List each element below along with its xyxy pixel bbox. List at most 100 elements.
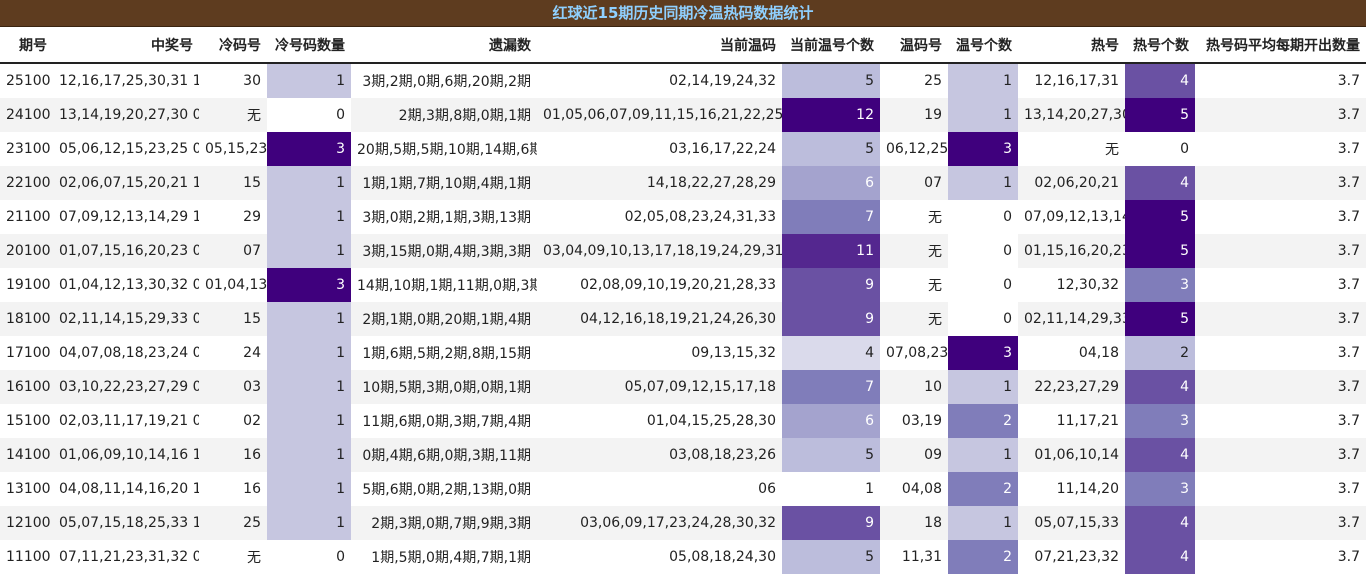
cell-warm-current-count: 4: [782, 336, 880, 370]
col-header-hot[interactable]: 热号: [1018, 27, 1125, 64]
col-header-winning[interactable]: 中奖号: [53, 27, 199, 64]
cell-hot: 01,15,16,20,23: [1018, 234, 1125, 268]
col-header-warm-current-count[interactable]: 当前温号个数: [782, 27, 880, 64]
cell-cold: 无: [247, 550, 261, 566]
cell-hot: 11,17,21: [1056, 413, 1119, 429]
col-header-warm-current[interactable]: 当前温码: [537, 27, 782, 64]
col-header-missing[interactable]: 遗漏数: [351, 27, 537, 64]
cell-cold-count: 1: [267, 302, 351, 336]
cell-cold-count: 0: [267, 98, 351, 132]
cell-cold: 16: [243, 481, 261, 497]
cell-hot-avg: 3.7: [1195, 98, 1366, 132]
cell-cold: 25: [199, 506, 267, 540]
cell-warm-current: 01,04,15,25,28,30: [646, 413, 776, 429]
cell-missing: 11期,6期,0期,3期,7期,4期: [362, 414, 531, 430]
table-title: 红球近15期历史同期冷温热码数据统计: [0, 0, 1366, 27]
table-row: 17100 04,07,08,18,23,24 02 24 1 1期,6期,5期,2期,…: [0, 336, 1366, 370]
cell-warm: 07: [880, 166, 948, 200]
cell-winning: 01,04,12,13,30,32 08: [59, 277, 199, 293]
cell-hot: 01,06,10,14: [1018, 438, 1125, 472]
cell-warm: 无: [880, 302, 948, 336]
table-row: 15100 02,03,11,17,19,21 08 02 1 11期,6期,0期,3期…: [0, 404, 1366, 438]
cell-hot-avg: 3.7: [1337, 345, 1360, 361]
cell-warm: 19: [880, 98, 948, 132]
cell-missing: 3期,15期,0期,4期,3期,3期: [351, 234, 537, 268]
cell-issue: 25100: [6, 73, 51, 89]
cell-warm-count: 0: [948, 234, 1018, 268]
cell-cold: 24: [243, 345, 261, 361]
col-header-hot-avg[interactable]: 热号码平均每期开出数量: [1195, 27, 1366, 64]
cell-warm-current: 09,13,15,32: [691, 345, 776, 361]
cell-hot: 22,23,27,29: [1018, 370, 1125, 404]
cell-warm-count: 3: [948, 132, 1018, 166]
cell-warm-current: 03,06,09,17,23,24,28,30,32: [537, 506, 782, 540]
cell-hot-avg: 3.7: [1337, 73, 1360, 89]
cell-warm-current-count: 5: [782, 540, 880, 574]
cell-warm-count: 1: [948, 370, 1018, 404]
cell-missing: 14期,10期,1期,11期,0期,3期: [357, 278, 537, 294]
cell-warm-current-count: 9: [782, 302, 880, 336]
col-header-cold-count[interactable]: 冷号码数量: [267, 27, 351, 64]
table-body: 25100 12,16,17,25,30,31 16 30 1 3期,2期,0期,6期,…: [0, 63, 1366, 574]
cell-cold: 02: [243, 413, 261, 429]
cell-warm-count: 2: [948, 404, 1018, 438]
cell-missing: 2期,3期,0期,7期,9期,3期: [351, 506, 537, 540]
cell-warm-current: 02,05,08,23,24,31,33: [624, 209, 776, 225]
cell-issue: 15100: [6, 413, 51, 429]
cell-warm-current: 06: [758, 481, 776, 497]
cell-hot-count: 4: [1125, 63, 1195, 98]
cell-warm-count: 2: [948, 540, 1018, 574]
cell-cold-count: 1: [267, 404, 351, 438]
col-header-warm[interactable]: 温码号: [880, 27, 948, 64]
table-row: 18100 02,11,14,15,29,33 02 15 1 2期,1期,0期,20期…: [0, 302, 1366, 336]
cell-hot-count: 4: [1125, 370, 1195, 404]
cell-missing: 5期,6期,0期,2期,13期,0期: [362, 482, 531, 498]
cell-warm-current: 02,14,19,24,32: [669, 73, 776, 89]
cell-warm-current-count: 6: [782, 166, 880, 200]
cell-warm-current-count: 1: [782, 472, 880, 506]
cell-winning: 07,09,12,13,14,29 16: [59, 209, 199, 225]
cell-cold: 16: [199, 438, 267, 472]
cell-cold: 15: [199, 166, 267, 200]
table-row: 13100 04,08,11,14,16,20 11 16 1 5期,6期,0期,2期,…: [0, 472, 1366, 506]
cell-hot-count: 4: [1125, 166, 1195, 200]
cell-hot: 07,09,12,13,14: [1024, 209, 1125, 225]
table-row: 21100 07,09,12,13,14,29 16 29 1 3期,0期,2期,1期,…: [0, 200, 1366, 234]
cell-warm: 无: [928, 278, 942, 294]
col-header-warm-count[interactable]: 温号个数: [948, 27, 1018, 64]
cell-hot-count: 5: [1125, 98, 1195, 132]
col-header-issue[interactable]: 期号: [0, 27, 53, 64]
cell-cold-count: 1: [267, 234, 351, 268]
cell-warm-count: 1: [948, 506, 1018, 540]
cell-cold: 无: [199, 98, 267, 132]
cell-hot: 无: [1105, 142, 1119, 158]
col-header-cold[interactable]: 冷码号: [199, 27, 267, 64]
cell-warm-current: 03,04,09,10,13,17,18,19,24,29,31: [537, 234, 782, 268]
cell-issue: 13100: [6, 481, 51, 497]
cell-warm: 无: [880, 234, 948, 268]
stats-table: 期号 中奖号 冷码号 冷号码数量 遗漏数 当前温码 当前温号个数 温码号 温号个…: [0, 27, 1366, 574]
table-row: 22100 02,06,07,15,20,21 15 15 1 1期,1期,7期,10期…: [0, 166, 1366, 200]
cell-missing: 1期,6期,5期,2期,8期,15期: [362, 346, 531, 362]
table-row: 12100 05,07,15,18,25,33 10 25 1 2期,3期,0期,7期,…: [0, 506, 1366, 540]
col-header-hot-count[interactable]: 热号个数: [1125, 27, 1195, 64]
cell-hot-avg: 3.7: [1337, 413, 1360, 429]
cell-issue: 24100: [0, 98, 53, 132]
cell-hot-count: 3: [1125, 268, 1195, 302]
cell-warm-current-count: 9: [782, 268, 880, 302]
cell-warm-count: 1: [948, 63, 1018, 98]
cell-hot-avg: 3.7: [1195, 438, 1366, 472]
cell-warm-current-count: 7: [782, 370, 880, 404]
cell-hot-count: 4: [1125, 540, 1195, 574]
cell-issue: 20100: [0, 234, 53, 268]
cell-warm-count: 2: [948, 472, 1018, 506]
cell-hot: 02,11,14,29,33: [1018, 302, 1125, 336]
table-row: 24100 13,14,19,20,27,30 05 无 0 2期,3期,8期,0期,1…: [0, 98, 1366, 132]
table-row: 16100 03,10,22,23,27,29 04 03 1 10期,5期,3期,0期…: [0, 370, 1366, 404]
cell-missing: 20期,5期,5期,10期,14期,6期: [357, 142, 537, 158]
cell-winning: 03,10,22,23,27,29 04: [53, 370, 199, 404]
cell-missing: 3期,2期,0期,6期,20期,2期: [362, 74, 531, 90]
cell-warm-current: 02,08,09,10,19,20,21,28,33: [580, 277, 776, 293]
cell-hot-count: 5: [1125, 234, 1195, 268]
cell-winning: 04,08,11,14,16,20 11: [59, 481, 199, 497]
